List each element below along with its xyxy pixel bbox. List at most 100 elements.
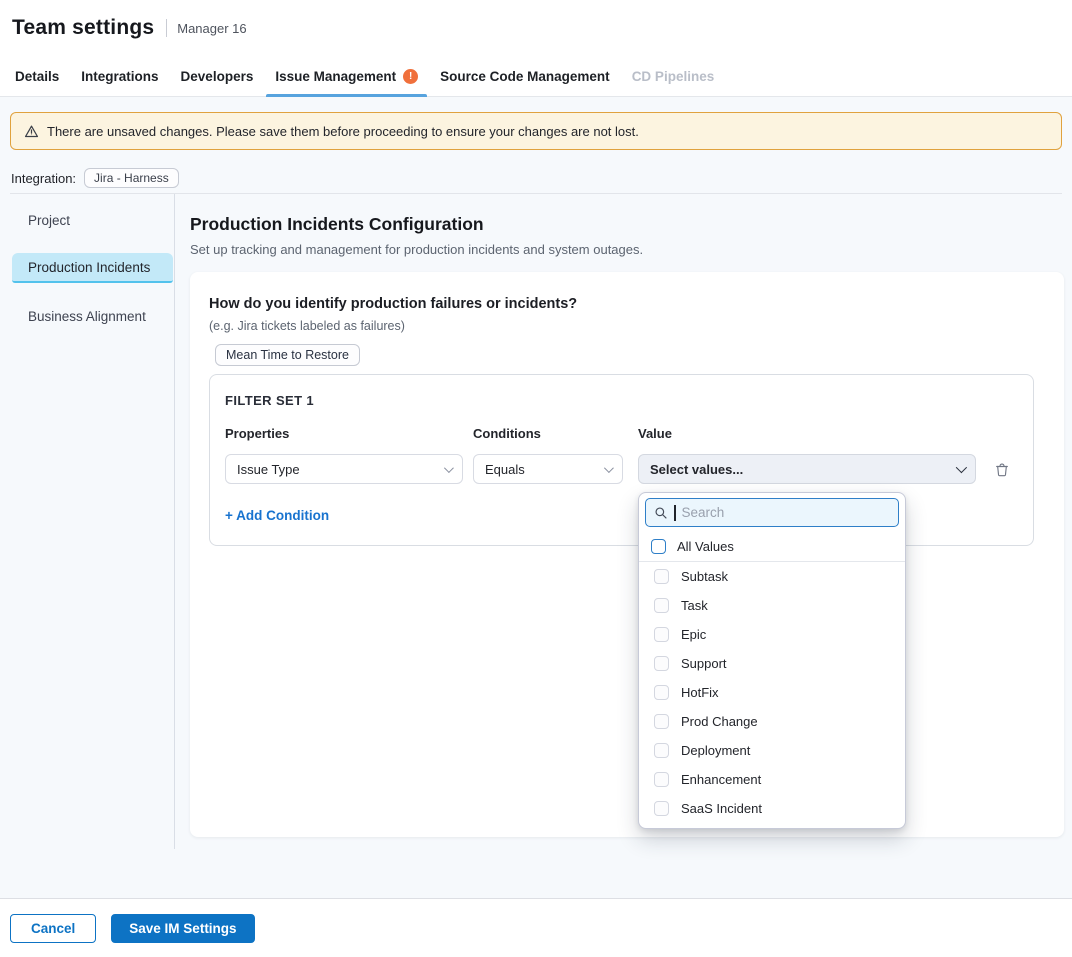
team-settings-page: Team settings Manager 16 Details Integra…: [0, 0, 1072, 956]
property-select[interactable]: Issue Type: [225, 454, 463, 484]
options-list: Subtask Task: [639, 562, 905, 829]
checkbox-all-values[interactable]: [651, 539, 666, 554]
value-column-label: Value: [638, 426, 976, 441]
option-checkbox[interactable]: [654, 598, 669, 613]
tab-label: Integrations: [81, 69, 158, 84]
tab-cd-pipelines: CD Pipelines: [621, 56, 726, 96]
page-header: Team settings Manager 16: [0, 0, 1072, 56]
option-checkbox[interactable]: [654, 627, 669, 642]
dropdown-search-input[interactable]: [682, 505, 891, 520]
main-panel: Production Incidents Configuration Set u…: [175, 194, 1072, 849]
tab-source-code-management[interactable]: Source Code Management: [429, 56, 621, 96]
option-label: Deployment: [681, 743, 750, 758]
filter-condition-row: Issue Type Equals: [225, 454, 1018, 484]
conditions-column-label: Conditions: [473, 426, 623, 441]
value-select-placeholder: Select values...: [650, 462, 743, 477]
page-body: There are unsaved changes. Please save t…: [0, 97, 1072, 898]
cancel-button[interactable]: Cancel: [10, 914, 96, 943]
save-im-settings-button[interactable]: Save IM Settings: [111, 914, 254, 943]
option-label: Task: [681, 598, 708, 613]
sidebar-item-label: Project: [28, 213, 70, 228]
chevron-down-icon: [956, 462, 967, 473]
option-row[interactable]: SaaS Incident: [639, 794, 905, 823]
option-label: Subtask: [681, 569, 728, 584]
tab-developers[interactable]: Developers: [170, 56, 265, 96]
trash-icon: [994, 461, 1010, 478]
value-dropdown-panel: All Values Subtask: [638, 492, 906, 829]
tab-label: CD Pipelines: [632, 69, 715, 84]
filter-set-1: FILTER SET 1 Properties Conditions Value…: [209, 374, 1034, 546]
option-row[interactable]: Support: [639, 649, 905, 678]
option-checkbox[interactable]: [654, 772, 669, 787]
properties-column-label: Properties: [225, 426, 463, 441]
condition-select-value: Equals: [485, 462, 525, 477]
option-all-values[interactable]: All Values: [639, 531, 905, 562]
warning-triangle-icon: [24, 124, 39, 139]
config-sidebar: Project Production Incidents Business Al…: [0, 194, 175, 849]
settings-tabbar: Details Integrations Developers Issue Ma…: [0, 56, 1072, 97]
filter-set-title: FILTER SET 1: [225, 393, 1018, 408]
page-title: Team settings: [12, 16, 154, 40]
property-select-value: Issue Type: [237, 462, 300, 477]
section-heading: Production Incidents Configuration: [190, 214, 1072, 235]
tab-label: Developers: [181, 69, 254, 84]
text-cursor: [674, 505, 676, 521]
footer-actions: Cancel Save IM Settings: [0, 898, 1072, 957]
incidents-config-card: How do you identify production failures …: [190, 272, 1064, 837]
option-checkbox[interactable]: [654, 685, 669, 700]
integration-label: Integration:: [11, 171, 76, 186]
tab-details[interactable]: Details: [4, 56, 70, 96]
option-checkbox[interactable]: [654, 714, 669, 729]
unsaved-changes-banner: There are unsaved changes. Please save t…: [10, 112, 1062, 150]
option-label: Epic: [681, 627, 706, 642]
add-condition-button[interactable]: + Add Condition: [225, 508, 329, 523]
option-label: All Values: [677, 539, 734, 554]
option-label: SaaS Incident: [681, 801, 762, 816]
content-columns: Project Production Incidents Business Al…: [0, 194, 1072, 849]
sidebar-item-label: Production Incidents: [28, 260, 150, 275]
identify-question: How do you identify production failures …: [209, 296, 1044, 312]
delete-filter-button[interactable]: [994, 461, 1010, 478]
sidebar-item-project[interactable]: Project: [12, 205, 173, 235]
option-checkbox[interactable]: [654, 743, 669, 758]
option-row[interactable]: Prod Change: [639, 707, 905, 736]
sidebar-item-production-incidents[interactable]: Production Incidents: [12, 253, 173, 283]
tab-label: Issue Management: [275, 69, 396, 84]
option-row[interactable]: Subtask: [639, 562, 905, 591]
section-subheading: Set up tracking and management for produ…: [190, 242, 1072, 257]
filter-column-headers: Properties Conditions Value: [225, 426, 1018, 454]
bottom-spacer: [0, 849, 1072, 898]
value-multiselect[interactable]: Select values...: [638, 454, 976, 484]
metric-chip-mttr[interactable]: Mean Time to Restore: [215, 344, 360, 366]
option-row[interactable]: Enhancement: [639, 765, 905, 794]
option-row[interactable]: Deployment: [639, 736, 905, 765]
option-row[interactable]: Epic: [639, 620, 905, 649]
option-checkbox[interactable]: [654, 801, 669, 816]
chevron-down-icon: [444, 463, 454, 473]
sidebar-item-label: Business Alignment: [28, 309, 146, 324]
title-divider: [166, 19, 167, 37]
option-checkbox[interactable]: [654, 656, 669, 671]
option-label: Prod Change: [681, 714, 758, 729]
option-label: Support: [681, 656, 727, 671]
tab-label: Source Code Management: [440, 69, 610, 84]
integration-row: Integration: Jira - Harness: [11, 168, 1072, 188]
option-row[interactable]: Task: [639, 591, 905, 620]
unsaved-warning-badge-icon: !: [403, 69, 418, 84]
condition-select[interactable]: Equals: [473, 454, 623, 484]
page-subtitle: Manager 16: [177, 21, 246, 36]
unsaved-changes-text: There are unsaved changes. Please save t…: [47, 124, 639, 139]
sidebar-item-business-alignment[interactable]: Business Alignment: [12, 301, 173, 331]
tab-integrations[interactable]: Integrations: [70, 56, 169, 96]
search-icon: [654, 506, 668, 520]
option-checkbox[interactable]: [654, 569, 669, 584]
tab-issue-management[interactable]: Issue Management !: [264, 56, 429, 96]
dropdown-search[interactable]: [645, 498, 899, 527]
option-row[interactable]: Customer Notification: [639, 823, 905, 829]
integration-chip[interactable]: Jira - Harness: [84, 168, 179, 188]
option-label: Enhancement: [681, 772, 761, 787]
identify-question-hint: (e.g. Jira tickets labeled as failures): [209, 319, 1044, 333]
chevron-down-icon: [604, 463, 614, 473]
tab-label: Details: [15, 69, 59, 84]
option-row[interactable]: HotFix: [639, 678, 905, 707]
